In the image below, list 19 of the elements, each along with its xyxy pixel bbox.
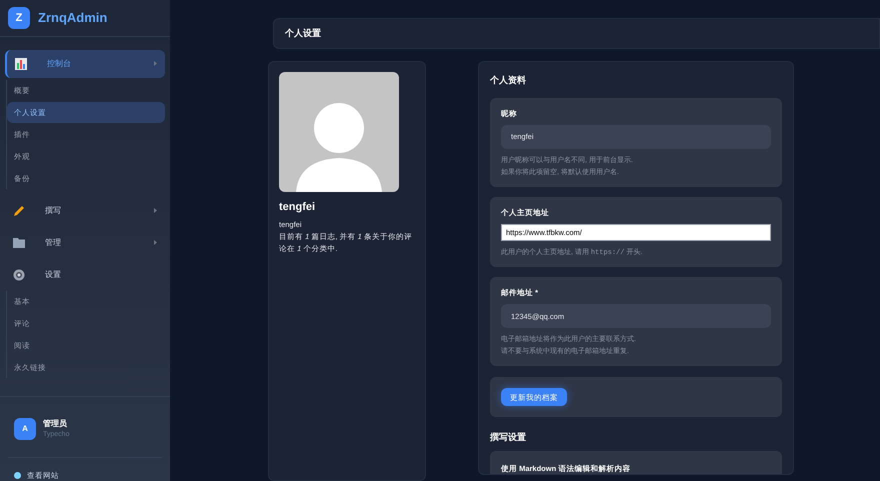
section-title: 个人资料 xyxy=(490,74,527,87)
brand-name: ZrnqAdmin xyxy=(38,9,108,28)
nav-section-item[interactable]: 撰写 xyxy=(5,196,165,225)
chevron-right-icon xyxy=(154,240,157,246)
nav-section-item[interactable]: 管理 xyxy=(5,228,165,257)
bar-chart-icon xyxy=(15,58,27,70)
logo-badge: Z xyxy=(8,6,30,29)
page-title: 个人设置 xyxy=(285,26,321,40)
folder-icon xyxy=(13,237,25,248)
chevron-right-icon xyxy=(154,61,157,66)
nav-section-item[interactable]: 控制台 xyxy=(5,50,165,78)
gear-icon xyxy=(13,268,25,281)
user-name: 管理员 xyxy=(43,418,68,430)
chevron-right-icon xyxy=(154,208,157,214)
pencil-icon xyxy=(13,204,25,217)
user-avatar: A xyxy=(14,418,36,440)
display-name: tengfei xyxy=(279,200,316,215)
nav-section-item[interactable]: 设置 xyxy=(5,260,165,289)
section-title: 撰写设置 xyxy=(490,431,527,444)
